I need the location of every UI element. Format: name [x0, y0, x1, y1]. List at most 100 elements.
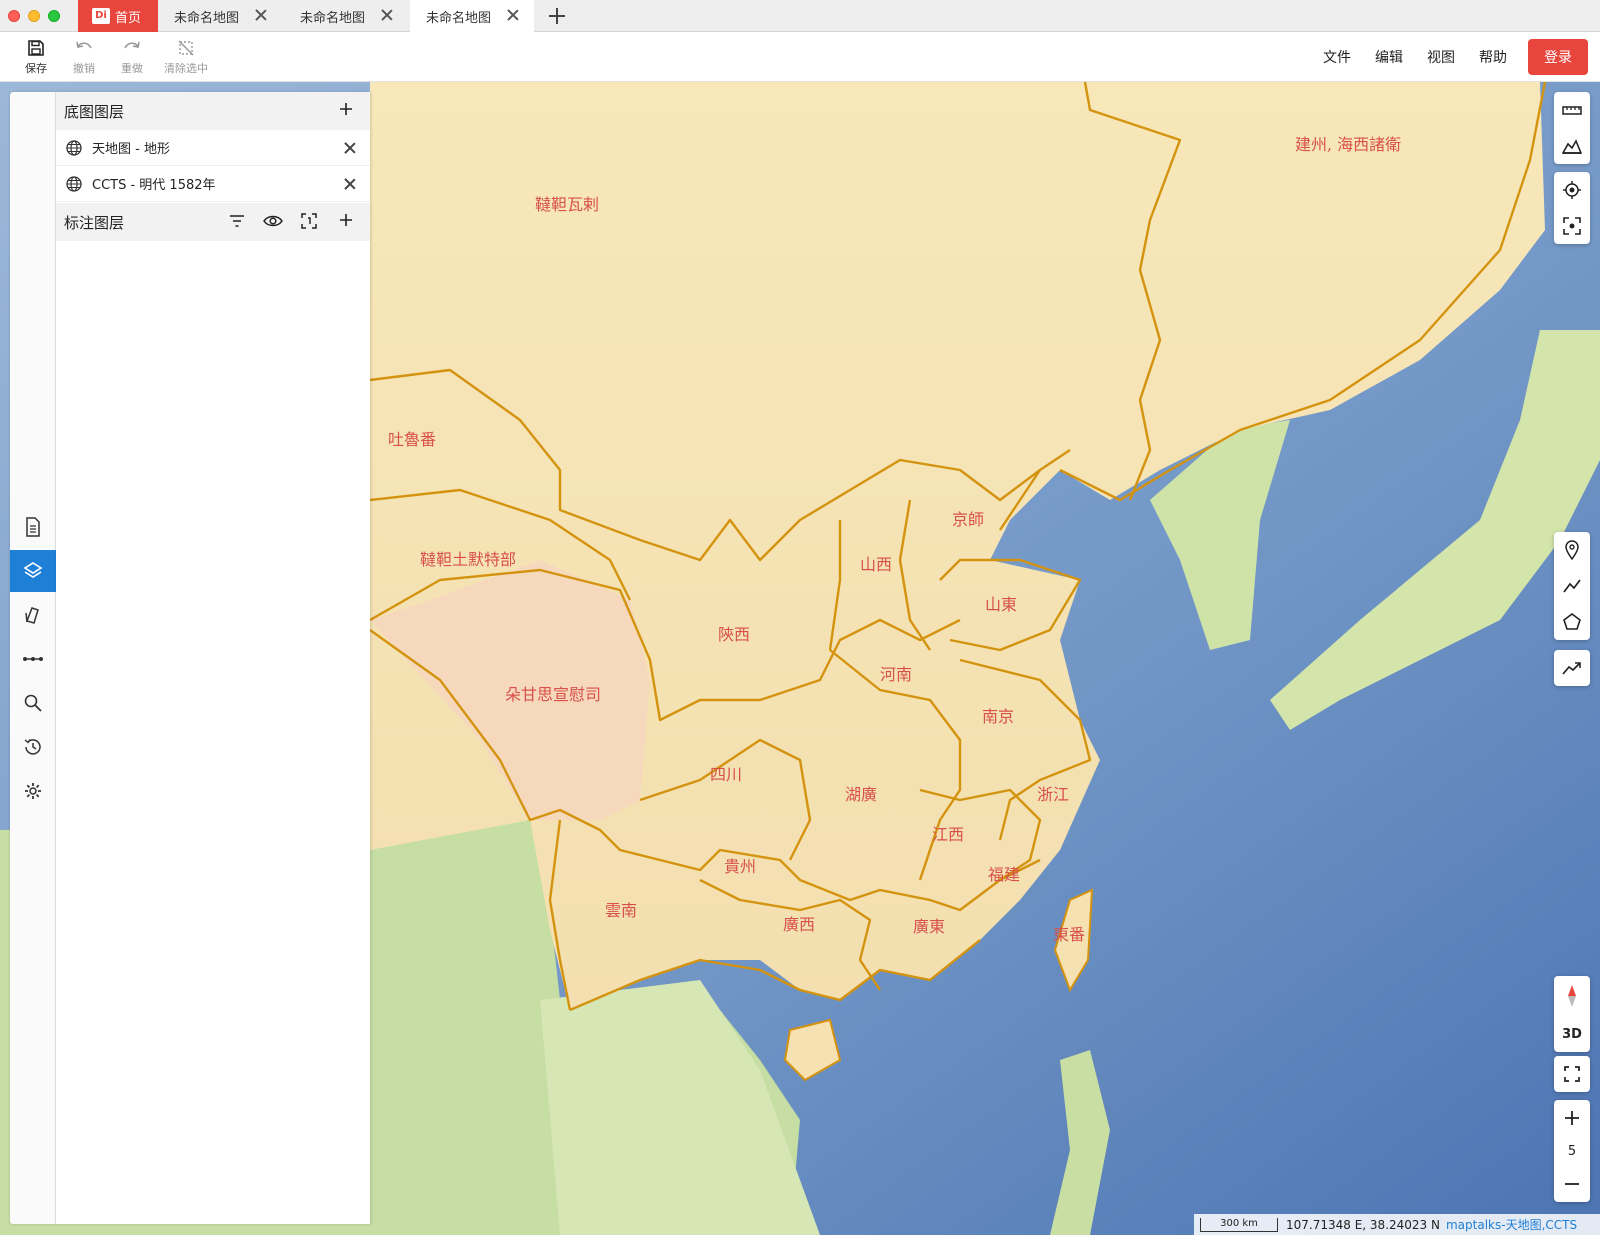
icon-sidebar: [10, 92, 56, 1224]
tab-label: 未命名地图: [174, 10, 240, 26]
remove-layer-icon[interactable]: [344, 178, 356, 190]
label-jingshi: 京師: [952, 510, 984, 529]
fit-extent-icon[interactable]: [300, 212, 318, 230]
tab-label: 未命名地图: [426, 10, 492, 26]
layers-icon: [23, 562, 43, 578]
ruler-icon: [1562, 106, 1582, 115]
fullscreen-button[interactable]: [1554, 1056, 1590, 1092]
clear-selection-button[interactable]: 清除选中: [160, 37, 212, 79]
window-close-button[interactable]: [8, 10, 20, 22]
tab-close-icon[interactable]: [506, 8, 520, 22]
menu-view[interactable]: 视图: [1427, 47, 1455, 67]
tab-close-icon[interactable]: [254, 8, 268, 22]
locate-group: [1554, 172, 1590, 244]
polyline-icon: [1563, 579, 1581, 593]
add-base-layer-icon[interactable]: [338, 101, 354, 117]
attribution-maptalks-link[interactable]: maptalks: [1446, 1218, 1501, 1232]
filter-icon[interactable]: [228, 212, 246, 230]
polygon-icon: [1563, 613, 1581, 630]
save-button[interactable]: 保存: [20, 37, 52, 79]
login-button[interactable]: 登录: [1528, 39, 1588, 75]
document-icon: [26, 517, 40, 537]
layer-panel: 底图图层 天地图 - 地形 CCTS - 明代 1582年 标注图层: [56, 92, 370, 1224]
tab-close-icon[interactable]: [380, 8, 394, 22]
sidebar-item-document[interactable]: [10, 506, 56, 548]
draw-polygon-button[interactable]: [1554, 604, 1590, 640]
menu-edit[interactable]: 编辑: [1375, 47, 1403, 67]
label-shaanxi: 陝西: [718, 625, 750, 644]
compass-button[interactable]: [1554, 976, 1590, 1016]
sidebar-item-settings[interactable]: [10, 770, 56, 812]
fullscreen-group: [1554, 1056, 1590, 1092]
tab-map-2[interactable]: 未命名地图: [284, 0, 408, 32]
scale-bar: 300 km: [1200, 1217, 1278, 1232]
base-layer-label: CCTS - 明代 1582年: [92, 178, 216, 193]
undo-button[interactable]: 撤销: [68, 37, 100, 79]
search-icon: [24, 694, 42, 712]
base-layer-label: 天地图 - 地形: [92, 142, 170, 157]
window-maximize-button[interactable]: [48, 10, 60, 22]
compass-icon: [1568, 985, 1576, 1007]
tab-map-1[interactable]: 未命名地图: [158, 0, 282, 32]
globe-icon: [66, 176, 82, 192]
minus-icon: [1565, 1183, 1579, 1185]
save-label: 保存: [25, 62, 47, 75]
annotation-layers-header: 标注图层: [56, 203, 370, 241]
base-layer-item[interactable]: 天地图 - 地形: [56, 130, 370, 166]
sidebar-item-history[interactable]: [10, 726, 56, 768]
ruler-button[interactable]: [1554, 92, 1590, 128]
attribution-tianditu-link[interactable]: 天地图: [1506, 1216, 1542, 1233]
annotation-layers-title: 标注图层: [64, 213, 125, 232]
label-fujian: 福建: [988, 865, 1020, 884]
tab-home[interactable]: Di 首页: [78, 0, 158, 32]
zoom-out-button[interactable]: [1554, 1166, 1590, 1202]
remove-layer-icon[interactable]: [344, 142, 356, 154]
sidebar-item-search[interactable]: [10, 682, 56, 724]
label-tumote: 韃靼土默特部: [420, 550, 516, 569]
draw-line-button[interactable]: [1554, 568, 1590, 604]
fullscreen-icon: [1564, 1066, 1580, 1082]
plus-icon: [1565, 1111, 1579, 1125]
locate-button[interactable]: [1554, 172, 1590, 208]
label-jianzhou: 建州, 海西諸衛: [1295, 135, 1401, 154]
tab-home-label: 首页: [115, 10, 142, 26]
draw-point-button[interactable]: [1554, 532, 1590, 568]
redo-label: 重做: [121, 62, 143, 75]
view-group: 3D: [1554, 976, 1590, 1052]
label-henan: 河南: [880, 665, 912, 684]
label-sichuan: 四川: [710, 765, 742, 784]
zoom-in-button[interactable]: [1554, 1100, 1590, 1136]
status-bar: 300 km 107.71348 E, 38.24023 N maptalks …: [1194, 1214, 1600, 1235]
crosshair-icon: [1563, 181, 1581, 199]
sidebar-item-layers[interactable]: [10, 550, 56, 592]
menu-file[interactable]: 文件: [1323, 47, 1351, 67]
cursor-coordinates: 107.71348 E, 38.24023 N: [1286, 1217, 1440, 1232]
new-tab-icon[interactable]: [546, 5, 568, 27]
trend-button[interactable]: [1554, 650, 1590, 686]
map-tools-group: [1554, 92, 1590, 164]
window-minimize-button[interactable]: [28, 10, 40, 22]
route-icon: [23, 657, 43, 661]
focus-button[interactable]: [1554, 208, 1590, 244]
tab-map-3[interactable]: 未命名地图: [410, 0, 534, 32]
menu-help[interactable]: 帮助: [1479, 47, 1507, 67]
toggle-3d-button[interactable]: 3D: [1554, 1016, 1590, 1052]
sidebar-item-style[interactable]: [10, 594, 56, 636]
label-shandong: 山東: [985, 595, 1017, 614]
label-zhejiang: 浙江: [1037, 785, 1069, 804]
style-icon: [25, 607, 39, 624]
label-huguang: 湖廣: [845, 785, 877, 804]
attribution-ccts-link[interactable]: CCTS: [1545, 1218, 1577, 1232]
zoom-group: 5: [1554, 1100, 1590, 1202]
toolbar: 保存 撤销 重做 清除选中 文件 编辑 视图 帮助 登录: [0, 32, 1600, 82]
save-icon: [28, 40, 44, 56]
history-icon: [24, 739, 41, 755]
sidebar-item-measure[interactable]: [10, 638, 56, 680]
landscape-icon: [1562, 139, 1582, 154]
eye-icon[interactable]: [263, 212, 283, 230]
area-measure-button[interactable]: [1554, 128, 1590, 164]
add-annotation-layer-icon[interactable]: [338, 212, 354, 228]
redo-button[interactable]: 重做: [116, 37, 148, 79]
globe-icon: [66, 140, 82, 156]
base-layer-item[interactable]: CCTS - 明代 1582年: [56, 166, 370, 202]
